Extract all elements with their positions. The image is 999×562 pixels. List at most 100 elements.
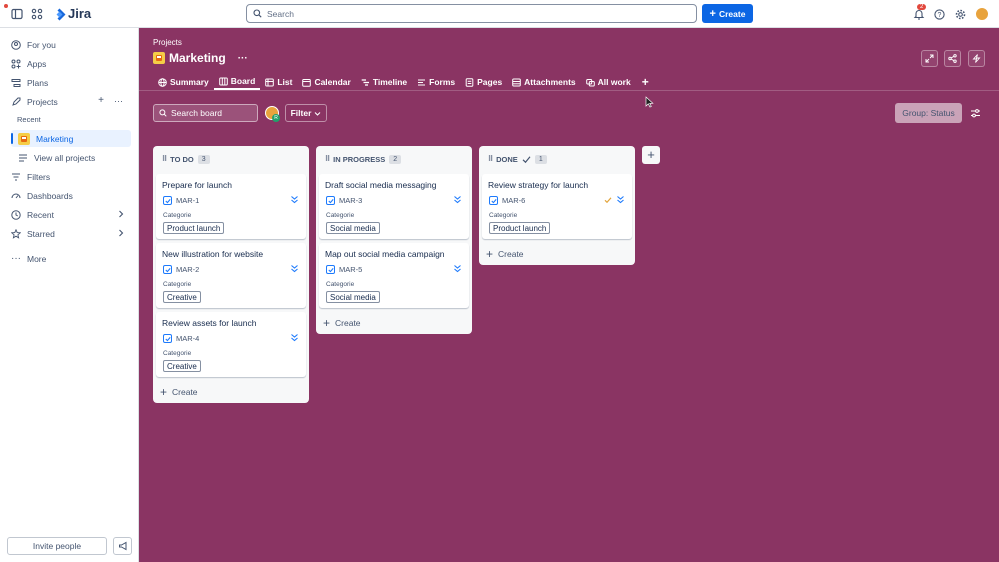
issue-key[interactable]: MAR-3 — [339, 196, 362, 205]
sidebar-item-label: Projects — [27, 96, 58, 107]
tab-all-work[interactable]: All work — [581, 74, 636, 90]
search-icon — [159, 109, 167, 117]
column-header: ⠿ TO DO 3 — [153, 146, 309, 172]
column-todo: ⠿ TO DO 3 Prepare for launch MAR-1 Categ… — [153, 146, 309, 403]
sidebar-item-label: Plans — [27, 77, 49, 88]
work-item-card[interactable]: Review assets for launch MAR-4 Categorie… — [156, 312, 306, 377]
plus-icon: + — [160, 385, 168, 399]
sidebar-item-label: Dashboards — [27, 190, 73, 201]
clock-icon — [11, 209, 21, 220]
tab-timeline[interactable]: Timeline — [356, 74, 412, 90]
sidebar-toggle-icon[interactable] — [10, 7, 24, 21]
create-item-button[interactable]: + Create — [479, 243, 635, 265]
drag-handle-icon[interactable]: ⠿ — [488, 155, 493, 163]
more-dots-icon: ··· — [11, 252, 21, 264]
sidebar-item-starred[interactable]: Starred — [4, 225, 131, 242]
breadcrumb[interactable]: Projects — [153, 38, 182, 47]
create-button[interactable]: + Create — [702, 4, 753, 23]
filter-button[interactable]: Filter — [285, 104, 327, 122]
column-in-progress: ⠿ IN PROGRESS 2 Draft social media messa… — [316, 146, 472, 334]
app-switcher-icon[interactable] — [30, 7, 44, 21]
tab-list[interactable]: List — [260, 74, 297, 90]
work-item-card[interactable]: Map out social media campaign MAR-5 Cate… — [319, 243, 469, 308]
issue-key[interactable]: MAR-2 — [176, 265, 199, 274]
double-chevron-down-icon — [454, 265, 461, 273]
fullscreen-button[interactable] — [921, 50, 938, 67]
settings-gear-icon[interactable] — [953, 7, 967, 21]
add-project-icon[interactable]: + — [98, 96, 104, 106]
invite-people-button[interactable]: Invite people — [7, 537, 107, 555]
tab-summary[interactable]: Summary — [153, 74, 214, 90]
task-checkbox-icon — [326, 265, 335, 274]
issue-key[interactable]: MAR-6 — [502, 196, 525, 205]
search-input[interactable]: Search — [246, 4, 697, 23]
sidebar-item-for-you[interactable]: For you — [4, 36, 131, 53]
issue-key[interactable]: MAR-1 — [176, 196, 199, 205]
create-item-button[interactable]: + Create — [316, 312, 472, 334]
sidebar-item-apps[interactable]: Apps — [4, 55, 131, 72]
sidebar-item-more[interactable]: ··· More — [4, 250, 131, 267]
share-button[interactable] — [944, 50, 961, 67]
tab-forms[interactable]: Forms — [412, 74, 460, 90]
work-item-card[interactable]: Draft social media messaging MAR-3 Categ… — [319, 174, 469, 239]
drag-handle-icon[interactable]: ⠿ — [162, 155, 167, 163]
work-item-card[interactable]: Prepare for launch MAR-1 Categorie Produ… — [156, 174, 306, 239]
user-avatar[interactable] — [975, 7, 989, 21]
assignee-avatar-badge[interactable]: R — [272, 114, 280, 122]
category-tag: Product launch — [489, 222, 551, 234]
sidebar-item-plans[interactable]: Plans — [4, 74, 131, 91]
sidebar-item-filters[interactable]: Filters — [4, 168, 131, 185]
project-avatar-icon — [18, 132, 30, 145]
project-actions: + ··· — [98, 96, 123, 106]
all-work-icon — [585, 78, 595, 86]
sidebar-item-recent[interactable]: Recent — [4, 206, 131, 223]
search-board-placeholder: Search board — [171, 108, 223, 118]
card-key: MAR-2 — [163, 265, 199, 274]
pages-icon — [465, 77, 474, 87]
card-title: Map out social media campaign — [325, 249, 445, 259]
attachments-icon — [512, 78, 521, 86]
create-item-button[interactable]: + Create — [153, 381, 309, 403]
tab-label: Summary — [170, 77, 209, 87]
group-by-button[interactable]: Group: Status — [895, 103, 962, 123]
category-label: Categorie — [163, 350, 192, 357]
sidebar-item-label: Starred — [27, 228, 55, 239]
priority-indicator — [453, 195, 462, 204]
add-column-button[interactable]: + — [642, 146, 660, 164]
feedback-button[interactable] — [113, 537, 132, 555]
column-header: ⠿ DONE 1 — [479, 146, 635, 172]
add-tab-button[interactable]: + — [636, 74, 655, 90]
more-options-icon[interactable]: ··· — [114, 97, 123, 106]
help-icon[interactable]: ? — [932, 7, 946, 21]
issue-key[interactable]: MAR-4 — [176, 334, 199, 343]
tab-pages[interactable]: Pages — [460, 74, 507, 90]
tab-calendar[interactable]: Calendar — [297, 74, 355, 90]
category-label: Categorie — [489, 212, 518, 219]
issue-key[interactable]: MAR-5 — [339, 265, 362, 274]
sidebar-item-view-all-projects[interactable]: View all projects — [11, 149, 131, 166]
work-item-card[interactable]: Review strategy for launch MAR-6 Categor… — [482, 174, 632, 239]
timeline-icon — [361, 78, 369, 86]
tab-attachments[interactable]: Attachments — [507, 74, 580, 90]
card-key: MAR-1 — [163, 196, 199, 205]
view-settings-button[interactable] — [967, 105, 983, 121]
drag-handle-icon[interactable]: ⠿ — [325, 155, 330, 163]
globe-icon — [158, 77, 167, 87]
tab-board[interactable]: Board — [213, 74, 261, 90]
search-board-input[interactable]: Search board — [153, 104, 258, 122]
sidebar-item-projects[interactable]: Projects + ··· — [4, 93, 131, 110]
work-item-card[interactable]: New illustration for website MAR-2 Categ… — [156, 243, 306, 308]
sidebar-item-label: Recent — [27, 209, 54, 220]
board-area: Projects Marketing ··· Summary Board Lis… — [139, 28, 999, 562]
sidebar-item-dashboards[interactable]: Dashboards — [4, 187, 131, 204]
plus-icon: + — [323, 316, 331, 330]
jira-logo-icon[interactable] — [52, 7, 66, 21]
task-checkbox-icon — [163, 196, 172, 205]
column-count-badge: 2 — [389, 154, 402, 164]
sidebar-item-label: View all projects — [34, 152, 96, 163]
automation-button[interactable] — [968, 50, 985, 67]
search-icon — [253, 9, 262, 18]
project-more-button[interactable]: ··· — [238, 53, 248, 64]
app-name[interactable]: Jira — [68, 6, 91, 21]
sidebar-item-marketing[interactable]: Marketing — [11, 130, 131, 147]
